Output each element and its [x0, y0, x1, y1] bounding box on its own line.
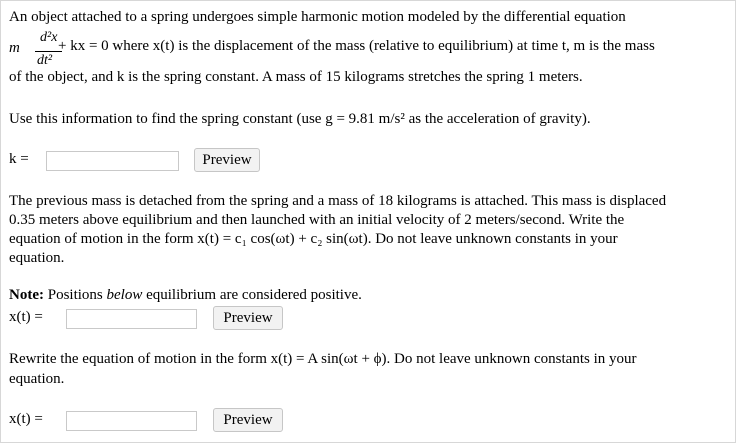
fraction-denominator: dt²: [37, 53, 53, 68]
k-input[interactable]: [46, 151, 179, 171]
x2-input[interactable]: [66, 411, 197, 431]
x1-label: x(t) =: [9, 309, 43, 325]
k-label: k =: [9, 151, 29, 167]
note-label: Note:: [9, 287, 44, 303]
note-emphasis: below: [106, 287, 143, 303]
problem-text-line3: of the object, and k is the spring const…: [9, 69, 583, 85]
part2-text-line1: The previous mass is detached from the s…: [9, 193, 667, 209]
part2-text-line4: equation.: [9, 250, 65, 266]
part2-text-line2: 0.35 meters above equilibrium and then l…: [9, 212, 625, 228]
problem-text-line4: Use this information to find the spring …: [9, 111, 591, 127]
part3-text-line2: equation.: [9, 371, 65, 387]
note-text: Note: Positions below equilibrium are co…: [9, 286, 362, 305]
x1-input[interactable]: [66, 309, 197, 329]
part3-text-line1: Rewrite the equation of motion in the fo…: [9, 351, 637, 367]
problem-text-line2: + kx = 0 where x(t) is the displacement …: [58, 38, 655, 54]
mass-symbol: m: [9, 40, 20, 56]
note-text-b: equilibrium are considered positive.: [142, 287, 362, 303]
fraction-numerator: d²x: [40, 30, 58, 45]
k-preview-button[interactable]: Preview: [194, 148, 260, 172]
x1-preview-button[interactable]: Preview: [213, 306, 283, 330]
note-text-a: Positions: [43, 287, 107, 303]
x2-label: x(t) =: [9, 411, 43, 427]
part2-text-line3: equation of motion in the form x(t) = c₁…: [9, 231, 618, 247]
problem-text-line1: An object attached to a spring undergoes…: [9, 9, 626, 25]
x2-preview-button[interactable]: Preview: [213, 408, 283, 432]
